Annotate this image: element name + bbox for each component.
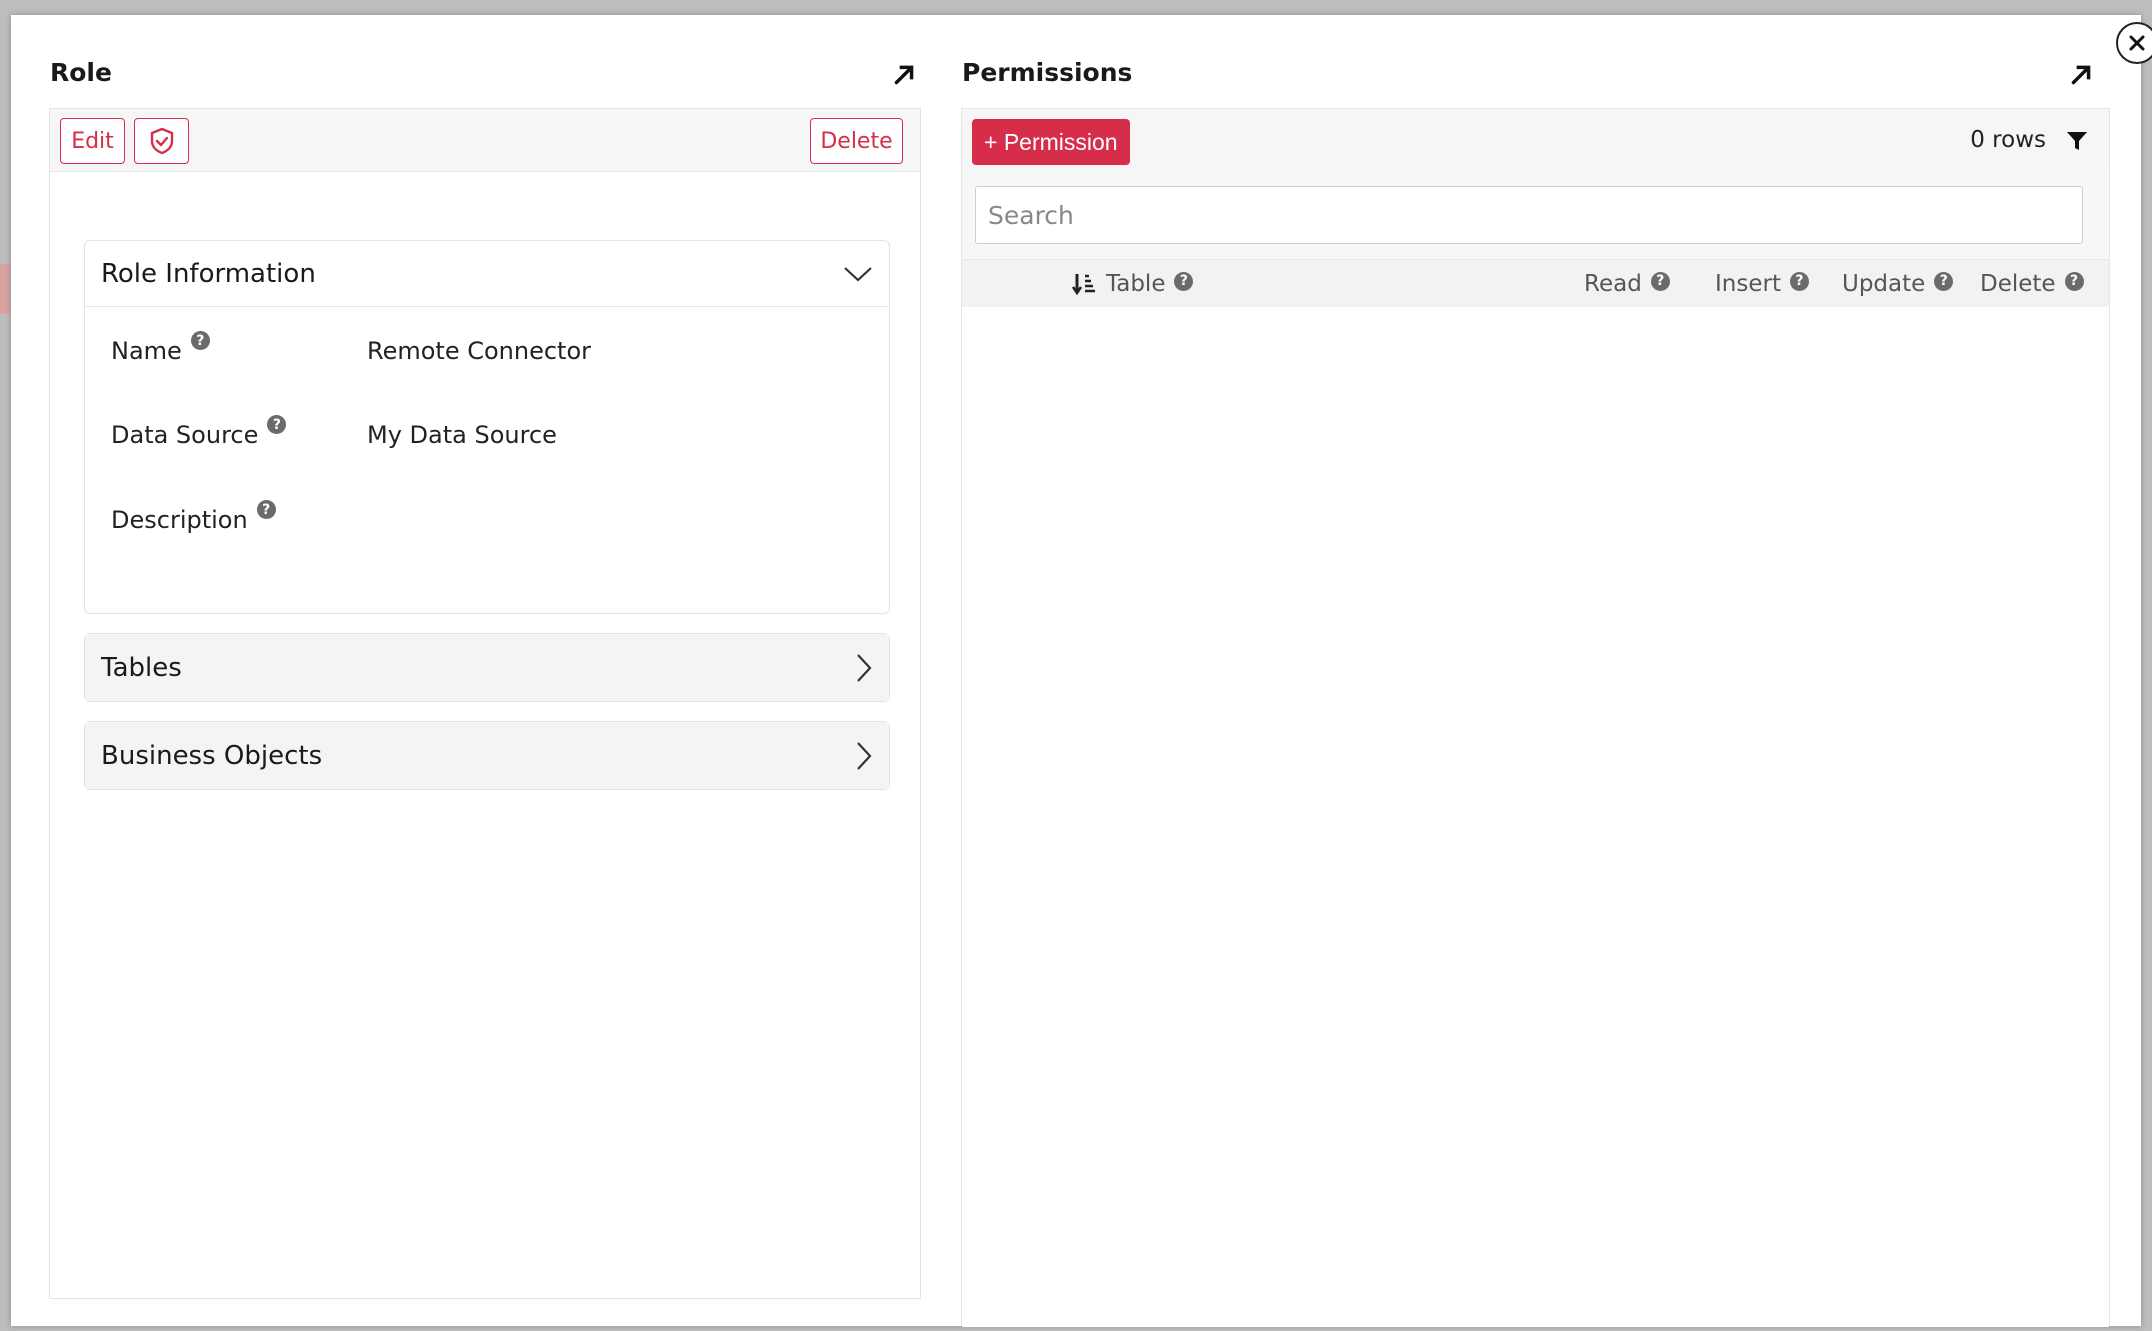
question-circle-icon[interactable]: ? bbox=[267, 415, 287, 434]
permissions-shield-button[interactable] bbox=[134, 118, 189, 164]
edit-button[interactable]: Edit bbox=[60, 118, 125, 164]
delete-button[interactable]: Delete bbox=[810, 118, 903, 164]
question-circle-icon[interactable]: ? bbox=[1650, 271, 1670, 291]
role-information-title: Role Information bbox=[101, 258, 316, 289]
business-objects-section[interactable]: Business Objects bbox=[84, 721, 890, 790]
question-circle-icon[interactable]: ? bbox=[190, 331, 210, 350]
permissions-panel-title: Permissions bbox=[962, 58, 1133, 87]
tables-section-title: Tables bbox=[101, 652, 182, 683]
field-description: Description ? bbox=[111, 500, 276, 534]
permissions-panel: + Permission 0 rows Table ? Read ? bbox=[961, 108, 2110, 1327]
permissions-toolbar: + Permission 0 rows bbox=[962, 109, 2109, 172]
role-information-header[interactable]: Role Information bbox=[85, 241, 889, 307]
column-header-update[interactable]: Update ? bbox=[1842, 271, 1954, 297]
column-header-insert[interactable]: Insert ? bbox=[1715, 271, 1809, 297]
permissions-table-body bbox=[962, 307, 2109, 1327]
column-label: Delete bbox=[1980, 271, 2056, 297]
field-value: My Data Source bbox=[367, 421, 557, 449]
column-header-table[interactable]: Table ? bbox=[1072, 271, 1194, 297]
permissions-expand-icon[interactable] bbox=[2068, 62, 2094, 88]
chevron-right-icon bbox=[857, 741, 872, 770]
role-expand-icon[interactable] bbox=[891, 62, 917, 88]
chevron-right-icon bbox=[857, 653, 872, 682]
sort-descending-icon bbox=[1072, 274, 1095, 295]
tables-section[interactable]: Tables bbox=[84, 633, 890, 702]
shield-check-icon bbox=[150, 127, 173, 155]
rows-count: 0 rows bbox=[1970, 127, 2046, 153]
role-information-card: Role Information Name ? Remote Connector… bbox=[84, 240, 890, 614]
question-circle-icon[interactable]: ? bbox=[1789, 271, 1809, 291]
business-objects-section-header[interactable]: Business Objects bbox=[85, 722, 889, 789]
search-input[interactable] bbox=[975, 186, 2083, 244]
tables-section-header[interactable]: Tables bbox=[85, 634, 889, 701]
role-modal: Role Edit Delete Role Information Name ?… bbox=[11, 15, 2152, 1327]
filter-icon[interactable] bbox=[2065, 129, 2089, 153]
question-circle-icon[interactable]: ? bbox=[2064, 271, 2084, 291]
close-icon bbox=[2129, 35, 2145, 51]
add-permission-button[interactable]: + Permission bbox=[972, 119, 1130, 165]
column-header-read[interactable]: Read ? bbox=[1584, 271, 1670, 297]
question-circle-icon[interactable]: ? bbox=[1174, 271, 1194, 291]
field-label: Description bbox=[111, 506, 248, 534]
column-label: Insert bbox=[1715, 271, 1781, 297]
column-label: Read bbox=[1584, 271, 1642, 297]
field-data-source: Data Source ? bbox=[111, 415, 287, 449]
role-panel: Edit Delete Role Information Name ? Remo… bbox=[49, 108, 921, 1299]
field-label: Data Source bbox=[111, 421, 259, 449]
role-toolbar: Edit Delete bbox=[50, 109, 920, 172]
question-circle-icon[interactable]: ? bbox=[1934, 271, 1954, 291]
permissions-table-header: Table ? Read ? Insert ? Update ? Delete … bbox=[962, 259, 2109, 307]
close-button[interactable] bbox=[2116, 22, 2152, 64]
column-label: Table bbox=[1106, 271, 1166, 297]
field-label: Name bbox=[111, 337, 182, 365]
chevron-down-icon bbox=[844, 266, 872, 281]
column-header-delete[interactable]: Delete ? bbox=[1980, 271, 2084, 297]
business-objects-section-title: Business Objects bbox=[101, 740, 323, 771]
role-panel-title: Role bbox=[50, 58, 112, 87]
column-label: Update bbox=[1842, 271, 1926, 297]
field-name: Name ? bbox=[111, 331, 210, 365]
question-circle-icon[interactable]: ? bbox=[256, 500, 276, 519]
background-sliver bbox=[0, 264, 10, 314]
field-value: Remote Connector bbox=[367, 337, 592, 365]
